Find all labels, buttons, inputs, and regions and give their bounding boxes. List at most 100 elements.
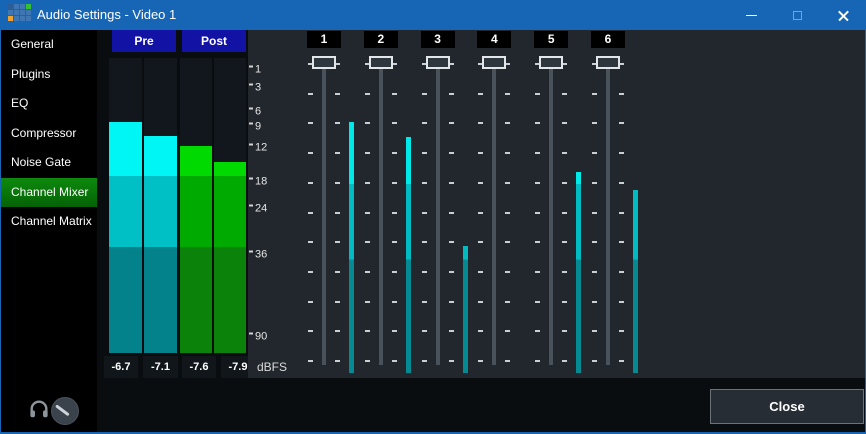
fader-track-5[interactable] — [549, 62, 553, 365]
sidebar-item-general[interactable]: General — [1, 30, 97, 60]
fader-tick — [308, 301, 313, 303]
tick-mark — [249, 333, 253, 335]
pre-left-db-value: -6.7 — [104, 356, 138, 378]
close-button[interactable]: Close — [710, 389, 864, 424]
scale-tick-90: 90 — [249, 332, 267, 343]
fader-tick — [365, 330, 370, 332]
channel-mixer-panel: dBFS 13691218243690123456 — [248, 30, 865, 378]
fader-tick — [392, 301, 397, 303]
fader-tick — [365, 271, 370, 273]
fader-tick — [505, 271, 510, 273]
fader-tick — [365, 360, 370, 362]
fader-tick — [365, 212, 370, 214]
fader-tick — [392, 330, 397, 332]
fader-tick — [478, 330, 483, 332]
fader-tick — [422, 301, 427, 303]
fader-tick — [535, 360, 540, 362]
fader-tick — [392, 152, 397, 154]
fader-tick — [505, 330, 510, 332]
fader-tick — [365, 301, 370, 303]
fader-tick — [478, 241, 483, 243]
fader-track-4[interactable] — [492, 62, 496, 365]
fader-tick — [335, 152, 340, 154]
fader-track-6[interactable] — [606, 62, 610, 365]
tick-mark — [249, 143, 253, 145]
fader-thumb-1[interactable] — [312, 56, 336, 69]
headphone-volume-knob[interactable] — [51, 397, 79, 425]
fader-thumb-6[interactable] — [596, 56, 620, 69]
sidebar-item-plugins[interactable]: Plugins — [1, 60, 97, 90]
fader-tick — [619, 93, 624, 95]
fader-tick — [592, 271, 597, 273]
fader-tick — [335, 122, 340, 124]
app-icon — [8, 4, 32, 23]
sidebar-item-noise-gate[interactable]: Noise Gate — [1, 148, 97, 178]
fader-tick — [422, 271, 427, 273]
fader-tick — [535, 93, 540, 95]
fader-thumb-5[interactable] — [539, 56, 563, 69]
fader-tick — [449, 152, 454, 154]
audio-settings-window: Audio Settings - Video 1 GeneralPluginsE… — [0, 0, 866, 434]
fader-tick — [562, 152, 567, 154]
tick-label: 36 — [255, 250, 267, 261]
fader-tick — [592, 122, 597, 124]
scale-tick-6: 6 — [249, 106, 261, 117]
fader-tick — [535, 301, 540, 303]
fader-tick — [449, 182, 454, 184]
channel-strip-4: 4 — [465, 30, 523, 378]
fader-tick — [308, 271, 313, 273]
fader-tick — [449, 301, 454, 303]
close-window-button[interactable] — [820, 0, 866, 30]
fader-tick — [392, 271, 397, 273]
fader-thumb-4[interactable] — [482, 56, 506, 69]
fader-thumb-2[interactable] — [369, 56, 393, 69]
fader-tick — [449, 93, 454, 95]
fader-tick — [365, 93, 370, 95]
fader-tick — [535, 122, 540, 124]
fader-track-1[interactable] — [322, 62, 326, 365]
fader-tick — [562, 93, 567, 95]
fader-tick — [619, 330, 624, 332]
minimize-button[interactable] — [728, 0, 774, 30]
fader-tick — [422, 152, 427, 154]
sidebar-item-channel-mixer[interactable]: Channel Mixer — [1, 178, 97, 208]
fader-tick — [505, 360, 510, 362]
fader-tick — [619, 212, 624, 214]
tick-label: 90 — [255, 332, 267, 343]
channel-strip-1: 1 — [295, 30, 353, 378]
fader-tick — [335, 212, 340, 214]
fader-tick — [449, 212, 454, 214]
fader-track-2[interactable] — [379, 62, 383, 365]
fader-tick — [562, 212, 567, 214]
fader-tick — [365, 152, 370, 154]
fader-tick — [562, 330, 567, 332]
fader-tick — [505, 122, 510, 124]
fader-thumb-3[interactable] — [426, 56, 450, 69]
meter-empty — [109, 58, 142, 122]
fader-tick — [505, 212, 510, 214]
sidebar-item-channel-matrix[interactable]: Channel Matrix — [1, 207, 97, 237]
fader-tick — [478, 271, 483, 273]
fader-track-3[interactable] — [436, 62, 440, 365]
scale-tick-1: 1 — [249, 65, 261, 76]
fader-tick — [592, 301, 597, 303]
tick-label: 9 — [255, 122, 261, 133]
fader-tick — [562, 182, 567, 184]
fader-tick — [562, 122, 567, 124]
fader-tick — [335, 360, 340, 362]
titlebar[interactable]: Audio Settings - Video 1 — [0, 0, 866, 30]
scale-tick-24: 24 — [249, 204, 267, 215]
fader-tick — [478, 182, 483, 184]
fader-tick — [619, 271, 624, 273]
pre-meter-left — [109, 58, 142, 353]
channel-strip-6: 6 — [579, 30, 637, 378]
fader-tick — [449, 122, 454, 124]
scale-tick-18: 18 — [249, 176, 267, 187]
fader-tick — [422, 360, 427, 362]
fader-tick — [592, 241, 597, 243]
fader-tick — [449, 330, 454, 332]
channel-meter-6 — [633, 58, 638, 373]
sidebar-item-compressor[interactable]: Compressor — [1, 119, 97, 149]
sidebar-item-eq[interactable]: EQ — [1, 89, 97, 119]
fader-tick — [392, 241, 397, 243]
